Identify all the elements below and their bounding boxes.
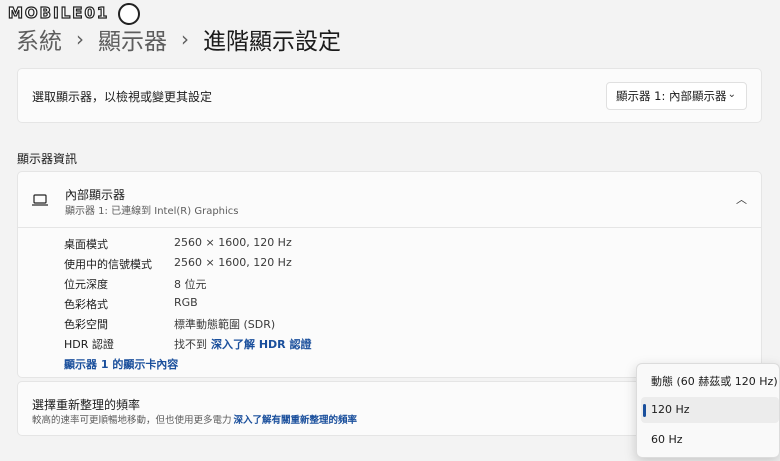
info-row-value: 找不到 [174, 338, 207, 351]
info-row-key: 色彩格式 [64, 298, 108, 311]
info-row-value: 2560 × 1600, 120 Hz [174, 256, 292, 269]
breadcrumb-item-display[interactable]: 顯示器 [98, 22, 167, 56]
display-info-header[interactable]: 內部顯示器 顯示器 1: 已連線到 Intel(R) Graphics ︿ [18, 172, 761, 228]
breadcrumb-item-system[interactable]: 系統 [16, 22, 62, 56]
selection-indicator [643, 404, 646, 417]
chevron-right-icon: › [76, 27, 84, 51]
refresh-rate-subtitle: 較高的速率可更順暢地移動，但也使用更多電力 深入了解有關重新整理的頻率 [32, 412, 357, 426]
refresh-option-120[interactable]: 120 Hz [641, 397, 779, 423]
breadcrumb: 系統 › 顯示器 › 進階顯示設定 [16, 22, 341, 56]
info-row-value-group: 找不到 深入了解 HDR 認證 [174, 336, 311, 352]
hdr-learn-more-link[interactable]: 深入了解 HDR 認證 [211, 338, 311, 351]
display-select-label: 選取顯示器，以檢視或變更其設定 [32, 90, 213, 104]
info-row-value: RGB [174, 296, 198, 309]
info-row-value: 8 位元 [174, 278, 207, 291]
info-row-value: 2560 × 1600, 120 Hz [174, 236, 292, 249]
refresh-option-label: 120 Hz [651, 403, 690, 416]
section-title: 顯示器資訊 [17, 152, 78, 166]
refresh-rate-description: 較高的速率可更順暢地移動，但也使用更多電力 [32, 415, 232, 426]
refresh-option-label: 60 Hz [651, 433, 683, 446]
adapter-properties-link[interactable]: 顯示器 1 的顯示卡內容 [64, 356, 178, 372]
chevron-right-icon: › [181, 27, 189, 51]
refresh-option-dynamic[interactable]: 動態 (60 赫茲或 120 Hz) [641, 367, 779, 393]
info-row-key: 色彩空間 [64, 318, 108, 331]
refresh-learn-more-link[interactable]: 深入了解有關重新整理的頻率 [234, 415, 358, 426]
watermark-logo: MOBILE01 [7, 3, 110, 22]
info-row-key: HDR 認證 [64, 338, 114, 351]
refresh-rate-dropdown-menu: 動態 (60 赫茲或 120 Hz) 120 Hz 60 Hz [636, 363, 780, 458]
page-title: 進階顯示設定 [203, 29, 341, 55]
info-row-key: 位元深度 [64, 278, 108, 291]
info-row-key: 使用中的信號模式 [64, 258, 152, 271]
refresh-option-60[interactable]: 60 Hz [641, 427, 779, 453]
laptop-icon [32, 194, 48, 206]
display-info-card: 內部顯示器 顯示器 1: 已連線到 Intel(R) Graphics ︿ 桌面… [17, 171, 762, 378]
display-select-card: 選取顯示器，以檢視或變更其設定 顯示器 1: 內部顯示器 ⌄ [17, 68, 762, 123]
info-row-value: 標準動態範圍 (SDR) [174, 318, 276, 331]
display-dropdown-value: 顯示器 1: 內部顯示器 [616, 89, 727, 103]
chevron-down-icon: ⌄ [727, 89, 736, 100]
refresh-option-label: 動態 (60 赫茲或 120 Hz) [651, 375, 778, 388]
display-subtitle: 顯示器 1: 已連線到 Intel(R) Graphics [65, 206, 239, 217]
info-row-key: 桌面模式 [64, 238, 108, 251]
display-name: 內部顯示器 [65, 188, 126, 202]
refresh-rate-title: 選擇重新整理的頻率 [32, 398, 141, 412]
display-dropdown[interactable]: 顯示器 1: 內部顯示器 ⌄ [606, 82, 747, 110]
chevron-up-icon[interactable]: ︿ [736, 191, 747, 207]
